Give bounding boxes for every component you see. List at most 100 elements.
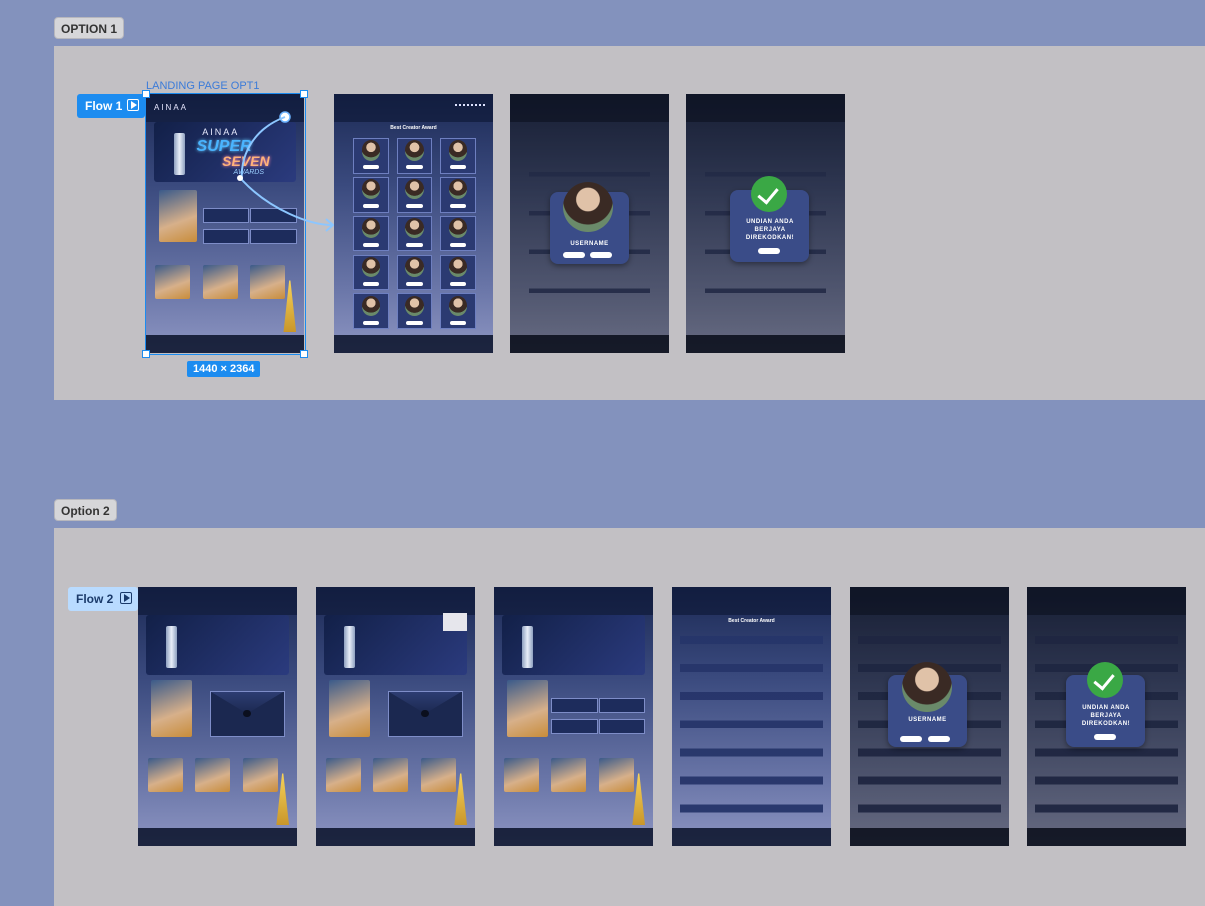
frame-topbar — [494, 587, 653, 616]
vote-button[interactable] — [362, 165, 380, 170]
winner-card — [420, 757, 456, 792]
section-label-option-2[interactable]: Option 2 — [54, 499, 117, 521]
flow-2-tag[interactable]: Flow 2 — [68, 587, 138, 611]
creator-card[interactable] — [440, 293, 476, 330]
creator-card[interactable] — [396, 254, 433, 291]
play-icon[interactable] — [127, 99, 139, 111]
creator-card[interactable] — [353, 254, 389, 291]
frame-nav-links — [455, 104, 485, 110]
frame-footer — [686, 334, 845, 353]
creator-avatar — [405, 295, 424, 316]
creator-avatar — [448, 295, 468, 316]
vote-button[interactable] — [406, 204, 423, 209]
vote-button[interactable] — [449, 320, 467, 325]
winner-photo — [150, 680, 193, 738]
creator-card[interactable] — [396, 293, 433, 330]
winner-photo — [506, 680, 549, 738]
serum-bottle-image — [165, 626, 178, 668]
frame-option2-landing-3[interactable] — [494, 587, 653, 846]
creator-card[interactable] — [440, 215, 476, 252]
canvas-left-strip — [0, 0, 54, 906]
vote-button[interactable] — [406, 242, 423, 247]
vote-button[interactable] — [362, 320, 380, 325]
vote-button[interactable] — [362, 281, 380, 286]
modal-button[interactable] — [900, 736, 922, 742]
creator-avatar — [405, 179, 424, 200]
frame-topbar — [672, 587, 831, 616]
envelope-seal — [421, 710, 429, 718]
envelope-image — [209, 690, 285, 737]
dropdown-menu[interactable] — [443, 612, 468, 632]
play-icon[interactable] — [120, 592, 132, 604]
creator-card[interactable] — [396, 138, 433, 174]
frame-option2-list[interactable]: Best Creator Award — [672, 587, 831, 846]
trophy-image — [632, 773, 646, 826]
creator-avatar — [361, 295, 381, 316]
modal-button[interactable] — [590, 252, 612, 258]
frame-footer — [494, 827, 653, 846]
category-button[interactable] — [551, 719, 598, 735]
vote-button[interactable] — [449, 242, 467, 247]
winner-photo — [328, 680, 371, 738]
serum-bottle-image — [343, 626, 356, 668]
creator-avatar — [405, 218, 424, 239]
winner-card — [373, 757, 409, 792]
resize-handle[interactable] — [300, 350, 308, 358]
frame-footer — [510, 334, 669, 353]
modal-button[interactable] — [563, 252, 585, 258]
frame-topbar — [850, 587, 1009, 616]
list-items — [679, 628, 824, 826]
frame-footer — [850, 827, 1009, 846]
grid-title: Best Creator Award — [390, 125, 437, 132]
flow-2-label: Flow 2 — [76, 592, 114, 606]
vote-button[interactable] — [406, 281, 423, 286]
envelope-image — [387, 690, 463, 737]
creator-card[interactable] — [396, 176, 433, 213]
modal-success-message: UNDIAN ANDA BERJAYA DIREKODKAN! — [1081, 705, 1131, 727]
category-button[interactable] — [551, 698, 598, 714]
frame-footer — [672, 827, 831, 846]
frame-topbar — [510, 94, 669, 123]
modal-username: USERNAME — [570, 241, 609, 247]
frame-best-creator-grid[interactable]: Best Creator Award — [334, 94, 493, 353]
creator-card[interactable] — [440, 176, 476, 213]
vote-button[interactable] — [406, 165, 423, 170]
vote-button[interactable] — [449, 165, 467, 170]
modal-button[interactable] — [758, 248, 780, 254]
resize-handle[interactable] — [300, 90, 308, 98]
resize-handle[interactable] — [142, 350, 150, 358]
resize-handle[interactable] — [142, 90, 150, 98]
hero-banner — [501, 615, 646, 676]
winner-card — [147, 757, 183, 792]
section-label-option-1[interactable]: OPTION 1 — [54, 17, 125, 39]
vote-button[interactable] — [362, 242, 380, 247]
modal-button[interactable] — [928, 736, 950, 742]
modal-button[interactable] — [1094, 734, 1116, 740]
creator-card[interactable] — [353, 215, 389, 252]
winner-card — [242, 757, 278, 792]
vote-button[interactable] — [449, 281, 467, 286]
winner-card — [551, 757, 587, 792]
creator-avatar — [405, 256, 424, 278]
category-button[interactable] — [598, 719, 646, 735]
creator-avatar — [448, 179, 468, 200]
frame-title-landing-page-opt1[interactable]: LANDING PAGE OPT1 — [146, 80, 260, 92]
creator-card[interactable] — [353, 138, 389, 174]
frame-option2-landing-1[interactable] — [138, 587, 297, 846]
winner-card — [503, 757, 539, 792]
grid-row — [353, 254, 476, 291]
flow-1-tag[interactable]: Flow 1 — [77, 94, 145, 118]
creator-card[interactable] — [396, 215, 433, 252]
vote-button[interactable] — [449, 204, 467, 209]
category-button[interactable] — [598, 698, 646, 714]
vote-button[interactable] — [406, 320, 423, 325]
creator-card[interactable] — [353, 293, 389, 330]
frame-footer — [138, 827, 297, 846]
modal-avatar — [902, 662, 952, 712]
vote-button[interactable] — [362, 204, 380, 209]
creator-card[interactable] — [353, 176, 389, 213]
creator-card[interactable] — [440, 254, 476, 291]
frame-topbar — [138, 587, 297, 616]
frame-option2-landing-2[interactable] — [316, 587, 475, 846]
creator-card[interactable] — [440, 138, 476, 174]
